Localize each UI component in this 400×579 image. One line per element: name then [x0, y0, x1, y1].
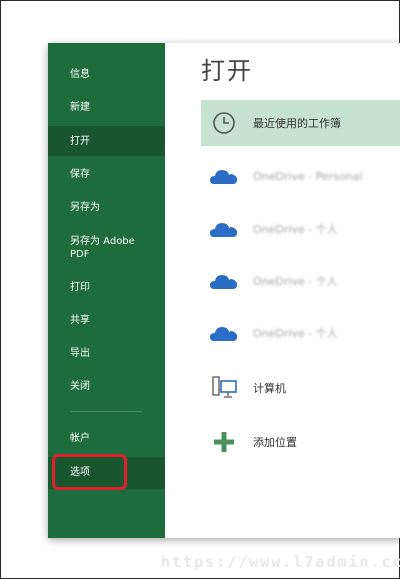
open-pane: 打开 最近使用的工作簿 OneDrive - Personal OneDrive…: [165, 43, 400, 538]
screenshot-frame: 信息 新建 打开 保存 另存为 另存为 Adobe PDF 打印 共享 导出 关…: [0, 0, 400, 579]
sidebar-item-save-as-adobe-pdf[interactable]: 另存为 Adobe PDF: [48, 235, 165, 261]
backstage-sidebar: 信息 新建 打开 保存 另存为 另存为 Adobe PDF 打印 共享 导出 关…: [48, 43, 165, 538]
location-label: 计算机: [253, 382, 286, 395]
sidebar-item-open[interactable]: 打开: [48, 126, 165, 156]
plus-icon: [207, 425, 241, 459]
location-label: 添加位置: [253, 436, 297, 449]
location-label: OneDrive - 个人: [253, 275, 338, 288]
cloud-icon: [207, 212, 241, 246]
location-onedrive-2[interactable]: OneDrive - 个人: [201, 206, 400, 252]
sidebar-item-save[interactable]: 保存: [48, 168, 165, 181]
location-onedrive-3[interactable]: OneDrive - 个人: [201, 258, 400, 304]
clock-icon: [207, 106, 241, 140]
sidebar-divider: [70, 411, 142, 412]
page-title: 打开: [201, 57, 253, 85]
computer-icon: [207, 371, 241, 405]
cloud-icon: [207, 316, 241, 350]
location-computer[interactable]: 计算机: [201, 365, 400, 411]
options-highlight-box: [52, 454, 127, 490]
sidebar-item-share[interactable]: 共享: [48, 314, 165, 327]
sidebar-item-close[interactable]: 关闭: [48, 380, 165, 393]
location-label: OneDrive - 个人: [253, 327, 338, 340]
location-onedrive-personal[interactable]: OneDrive - Personal: [201, 153, 400, 199]
sidebar-item-account[interactable]: 帐户: [48, 432, 165, 445]
sidebar-item-print[interactable]: 打印: [48, 281, 165, 294]
sidebar-item-save-as[interactable]: 另存为: [48, 201, 165, 214]
sidebar-item-export[interactable]: 导出: [48, 347, 165, 360]
location-onedrive-4[interactable]: OneDrive - 个人: [201, 310, 400, 356]
sidebar-item-info[interactable]: 信息: [48, 68, 165, 81]
backstage-window: 信息 新建 打开 保存 另存为 另存为 Adobe PDF 打印 共享 导出 关…: [48, 43, 400, 538]
sidebar-item-new[interactable]: 新建: [48, 101, 165, 114]
location-label: OneDrive - Personal: [253, 169, 363, 183]
watermark-text: https://www.l7admin.cc: [161, 553, 400, 571]
location-add-place[interactable]: 添加位置: [201, 419, 400, 465]
cloud-icon: [207, 159, 241, 193]
location-label: 最近使用的工作簿: [253, 117, 341, 130]
location-recent-workbooks[interactable]: 最近使用的工作簿: [201, 100, 400, 146]
location-label: OneDrive - 个人: [253, 223, 338, 236]
cloud-icon: [207, 264, 241, 298]
